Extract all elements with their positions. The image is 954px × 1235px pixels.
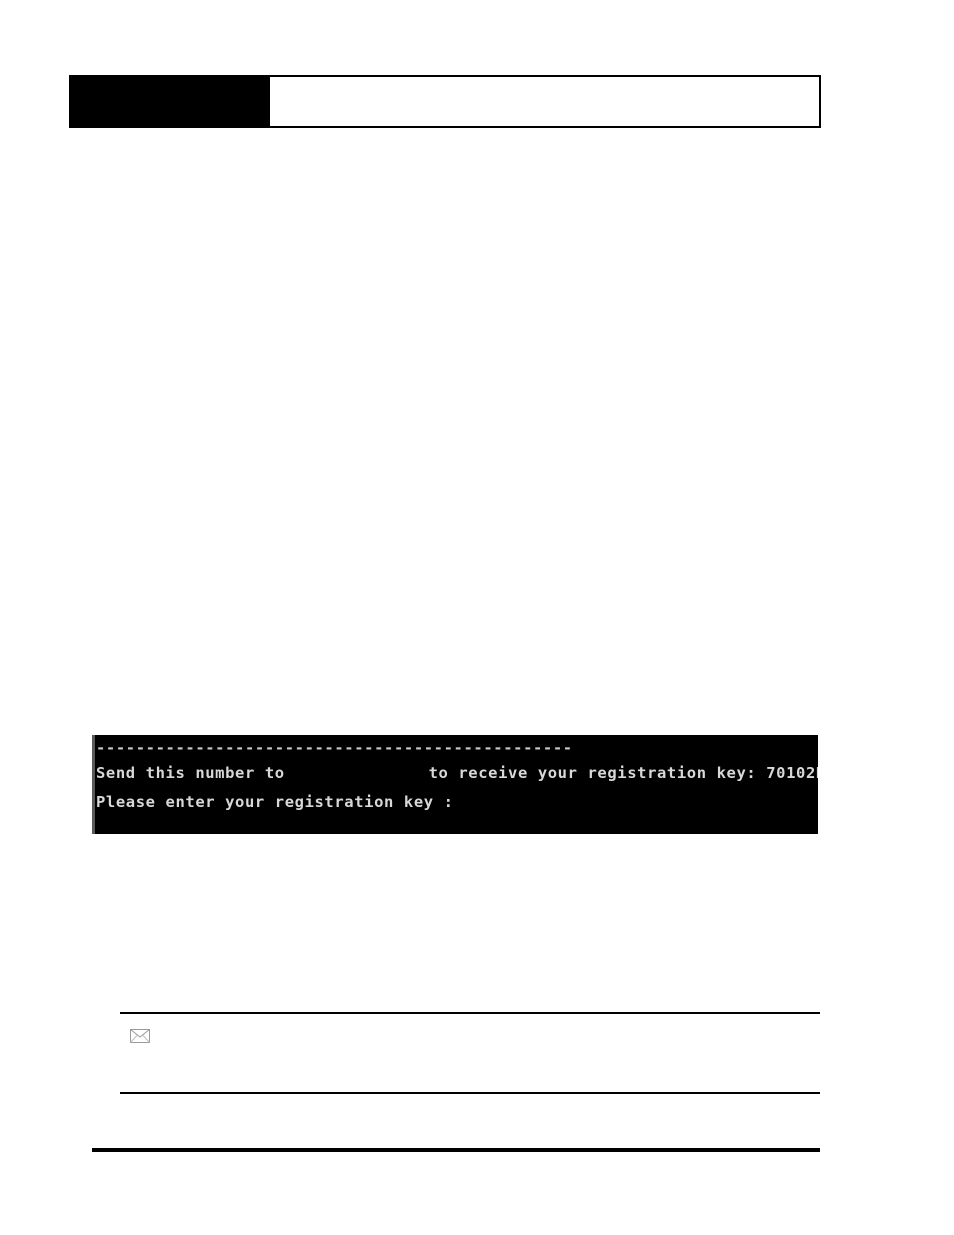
document-page: ----------------------------------------… (0, 0, 954, 1235)
terminal-send-suffix: to receive your registration key: 70102D… (418, 764, 818, 782)
terminal-line-prompt[interactable]: Please enter your registration key : (96, 788, 818, 817)
terminal-screenshot: ----------------------------------------… (92, 735, 818, 834)
note-rule-top (120, 1012, 820, 1014)
footer-rule (92, 1148, 820, 1152)
page-title (270, 77, 819, 126)
header-black-block (71, 77, 270, 126)
terminal-left-border (92, 735, 95, 834)
note-callout (120, 1012, 820, 1094)
body-blank-region (92, 140, 821, 725)
terminal-prompt-label: Please enter your registration key : (96, 793, 454, 811)
terminal-send-prefix: Send this number to (96, 764, 295, 782)
page-header-band (69, 75, 821, 128)
note-rule-bottom (120, 1092, 820, 1094)
envelope-icon (130, 1029, 150, 1043)
terminal-line-send-number: Send this number to to receive your regi… (96, 759, 818, 788)
terminal-text-area: ----------------------------------------… (96, 735, 818, 834)
terminal-separator-line: ----------------------------------------… (96, 739, 573, 757)
